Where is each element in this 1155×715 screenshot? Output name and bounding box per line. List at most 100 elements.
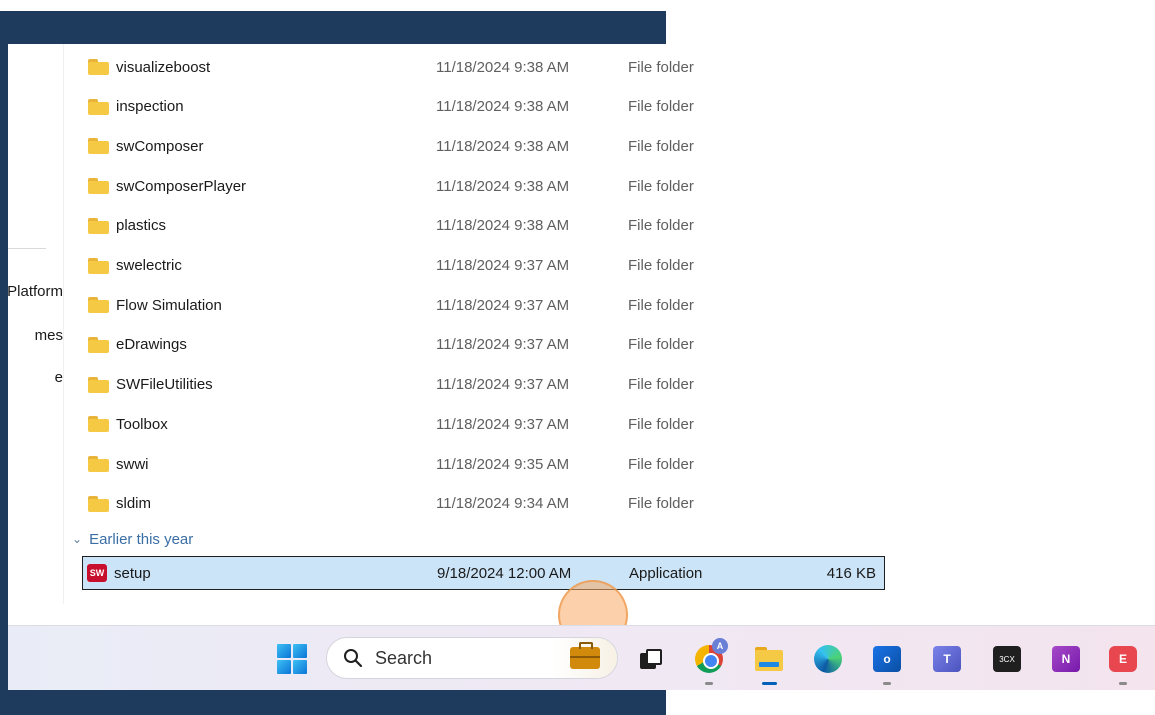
start-button[interactable] bbox=[275, 642, 309, 676]
file-date: 11/18/2024 9:37 AM bbox=[436, 296, 570, 314]
folder-icon bbox=[88, 98, 109, 115]
file-type: Application bbox=[629, 564, 703, 582]
file-row[interactable]: SWFileUtilities 11/18/2024 9:37 AM File fo… bbox=[86, 368, 884, 402]
file-date: 11/18/2024 9:37 AM bbox=[436, 336, 570, 354]
file-row[interactable]: swwi 11/18/2024 9:35 AM File folder bbox=[86, 447, 884, 481]
name-cell: inspection bbox=[86, 98, 436, 115]
taskbar-3cx[interactable]: 3CX bbox=[990, 642, 1024, 676]
folder-icon bbox=[88, 178, 109, 195]
file-type: File folder bbox=[628, 296, 694, 314]
file-date: 11/18/2024 9:38 AM bbox=[436, 177, 570, 195]
file-row[interactable]: eDrawings 11/18/2024 9:37 AM File folder bbox=[86, 328, 884, 362]
folder-icon bbox=[88, 456, 109, 472]
window-frame-left bbox=[0, 11, 8, 715]
folder-icon bbox=[88, 416, 109, 433]
taskbar-teams[interactable]: T bbox=[930, 642, 964, 676]
name-cell: plastics bbox=[86, 217, 436, 234]
onenote-icon: N bbox=[1052, 646, 1080, 672]
file-date: 11/18/2024 9:37 AM bbox=[436, 257, 570, 274]
folder-icon bbox=[88, 376, 109, 393]
file-type: File folder bbox=[628, 58, 694, 76]
file-date: 11/18/2024 9:34 AM bbox=[436, 495, 570, 513]
name-cell: swwi bbox=[86, 456, 436, 473]
chevron-down-icon: ⌄ bbox=[72, 532, 83, 546]
file-type: File folder bbox=[628, 217, 694, 235]
running-indicator bbox=[883, 682, 891, 685]
file-type: File folder bbox=[628, 257, 694, 274]
file-name: setup bbox=[114, 564, 151, 582]
file-type: File folder bbox=[628, 137, 694, 155]
taskbar-chrome[interactable]: A bbox=[692, 638, 728, 685]
folder-icon bbox=[88, 257, 109, 274]
file-name: eDrawings bbox=[116, 336, 187, 354]
file-date: 11/18/2024 9:35 AM bbox=[436, 455, 570, 473]
name-cell: swelectric bbox=[86, 257, 436, 274]
taskbar-edge[interactable] bbox=[811, 642, 845, 676]
name-cell: SW setup bbox=[83, 564, 438, 582]
folder-icon bbox=[88, 59, 109, 75]
taskbar-file-explorer[interactable] bbox=[752, 642, 786, 685]
file-type: File folder bbox=[628, 455, 694, 473]
name-cell: Flow Simulation bbox=[86, 297, 436, 314]
file-row[interactable]: Toolbox 11/18/2024 9:37 AM File folder bbox=[86, 407, 884, 441]
file-date: 9/18/2024 12:00 AM bbox=[437, 564, 572, 582]
file-name: SWFileUtilities bbox=[116, 376, 213, 394]
taskbar: Search A o T 3CX N E bbox=[8, 625, 1155, 690]
file-name: swComposer bbox=[116, 137, 204, 155]
file-name: inspection bbox=[116, 98, 184, 116]
teams-icon: T bbox=[933, 646, 961, 672]
file-name: plastics bbox=[116, 217, 167, 235]
file-date: 11/18/2024 9:38 AM bbox=[436, 137, 570, 155]
running-indicator bbox=[705, 682, 713, 685]
file-name: Toolbox bbox=[116, 415, 168, 433]
name-cell: visualizeboost bbox=[86, 59, 436, 76]
taskbar-outlook[interactable]: o bbox=[870, 642, 904, 685]
taskbar-red-app[interactable]: E bbox=[1106, 642, 1140, 685]
window-frame-bottom bbox=[0, 690, 666, 715]
edge-icon bbox=[814, 645, 842, 673]
active-indicator bbox=[762, 682, 777, 685]
group-header-label: Earlier this year bbox=[89, 530, 194, 548]
name-cell: SWFileUtilities bbox=[86, 376, 436, 393]
file-row[interactable]: plastics 11/18/2024 9:38 AM File folder bbox=[86, 209, 884, 243]
file-name: swelectric bbox=[116, 257, 182, 274]
file-row[interactable]: swComposerPlayer 11/18/2024 9:38 AM File f… bbox=[86, 169, 884, 203]
file-type: File folder bbox=[628, 376, 694, 394]
file-list: sldim 11/18/2024 9:34 AM File folder swwi 11… bbox=[8, 44, 1155, 650]
file-type: File folder bbox=[628, 98, 694, 116]
file-row[interactable]: swComposer 11/18/2024 9:38 AM File folder bbox=[86, 129, 884, 163]
file-date: 11/18/2024 9:38 AM bbox=[436, 217, 570, 235]
folder-icon bbox=[88, 138, 109, 155]
taskbar-onenote[interactable]: N bbox=[1049, 642, 1083, 676]
file-name: Flow Simulation bbox=[116, 296, 222, 314]
red-app-icon: E bbox=[1109, 646, 1137, 672]
folder-icon bbox=[88, 336, 109, 353]
task-view-button[interactable] bbox=[634, 642, 668, 676]
task-view-icon bbox=[640, 649, 662, 669]
file-row[interactable]: visualizeboost 11/18/2024 9:38 AM File fol… bbox=[86, 50, 884, 84]
search-highlight-briefcase[interactable] bbox=[553, 638, 617, 678]
name-cell: sldim bbox=[86, 495, 436, 512]
group-header-earlier-this-year[interactable]: ⌄ Earlier this year bbox=[72, 528, 193, 550]
file-type: File folder bbox=[628, 336, 694, 354]
threecx-icon: 3CX bbox=[993, 646, 1021, 672]
name-cell: eDrawings bbox=[86, 336, 436, 353]
file-name: visualizeboost bbox=[116, 58, 211, 76]
window-frame-top bbox=[0, 11, 666, 44]
file-name: swwi bbox=[116, 455, 149, 473]
file-row[interactable]: inspection 11/18/2024 9:38 AM File folder bbox=[86, 90, 884, 124]
name-cell: swComposerPlayer bbox=[86, 178, 436, 195]
folder-icon bbox=[88, 217, 109, 234]
windows-logo-icon bbox=[277, 644, 307, 674]
file-name: swComposerPlayer bbox=[116, 177, 247, 195]
chrome-profile-badge: A bbox=[712, 638, 728, 654]
folder-icon bbox=[88, 297, 109, 314]
taskbar-search-box[interactable]: Search bbox=[326, 637, 618, 679]
file-row[interactable]: Flow Simulation 11/18/2024 9:37 AM File fo… bbox=[86, 288, 884, 322]
file-row[interactable]: sldim 11/18/2024 9:34 AM File folder bbox=[86, 487, 884, 521]
file-type: File folder bbox=[628, 177, 694, 195]
file-row-selected[interactable]: SW setup 9/18/2024 12:00 AM Application … bbox=[82, 556, 885, 590]
screen: Platform mes e sldim 11/18/2024 9:34 AM Fi… bbox=[0, 0, 1155, 715]
solidworks-icon: SW bbox=[87, 564, 107, 582]
file-row[interactable]: swelectric 11/18/2024 9:37 AM File folder bbox=[86, 249, 884, 283]
